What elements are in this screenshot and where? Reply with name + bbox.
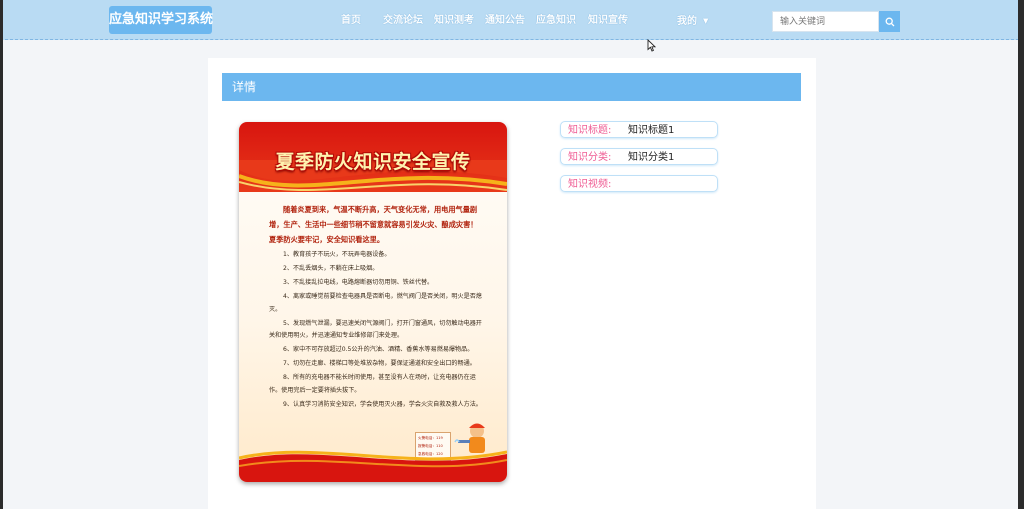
frame-right-edge [1018, 0, 1024, 509]
poster-tip: 7、切勿在走廊、楼梯口等处堆放杂物，要保证通道和安全出口的畅通。 [283, 360, 476, 368]
search-button[interactable] [879, 11, 900, 32]
frame-left-edge [0, 0, 3, 509]
nav-announcements[interactable]: 通知公告 [485, 0, 525, 40]
field-label: 知识分类: [568, 152, 612, 163]
field-label: 知识标题: [568, 125, 612, 136]
nav-knowledge-exam[interactable]: 知识测考 [434, 0, 474, 40]
poster-phone-line: 火警电话：119 [418, 436, 443, 440]
poster-tip: 8、所有的充电器不能长时间使用，甚至没有人在场时，让充电器仍在运作。使用完后一定… [269, 374, 476, 394]
nav-home[interactable]: 首页 [341, 0, 361, 40]
nav-forum[interactable]: 交流论坛 [383, 0, 423, 40]
poster-tips-list: 1、教育孩子不玩火，不玩弄电器设备。 2、不乱丢烟头，不躺在床上吸烟。 3、不乱… [269, 249, 484, 413]
search-input[interactable] [772, 11, 879, 32]
field-knowledge-title: 知识标题: 知识标题1 [560, 121, 718, 138]
poster-tip: 6、家中不可存放超过0.5公升的汽油、酒精、香蕉水等易燃易爆物品。 [283, 346, 474, 354]
nav-knowledge-promotion[interactable]: 知识宣传 [588, 0, 628, 40]
field-value: 知识标题1 [628, 125, 675, 136]
site-logo[interactable]: 应急知识学习系统 [109, 6, 213, 34]
top-navbar: 应急知识学习系统 首页 交流论坛 知识测考 通知公告 应急知识 知识宣传 我的 ▼ [0, 0, 1024, 40]
poster-tip: 2、不乱丢烟头，不躺在床上吸烟。 [283, 265, 379, 273]
nav-emergency-knowledge[interactable]: 应急知识 [536, 0, 576, 40]
field-knowledge-category: 知识分类: 知识分类1 [560, 148, 718, 165]
search-icon [885, 17, 894, 26]
poster-bottom-wave [239, 450, 507, 482]
section-title: 详情 [222, 73, 801, 101]
chevron-down-icon: ▼ [703, 17, 709, 25]
poster-title: 夏季防火知识安全宣传 [275, 151, 471, 173]
field-value: 知识分类1 [628, 152, 675, 163]
poster-tip: 3、不乱接乱拉电线，电路熔断器切勿用铜、铁丝代替。 [283, 279, 434, 287]
poster-tip: 1、教育孩子不玩火，不玩弄电器设备。 [283, 251, 391, 258]
mouse-cursor-icon [647, 39, 656, 52]
detail-card: 详情 夏季防火知识安全宣传 随着炎夏到来，气温不断升高，天气变化无常，用电用气量… [208, 58, 816, 509]
poster-tip: 5、发现燃气泄漏，要迅速关闭气源阀门，打开门窗通风，切勿触动电器开关和使用明火，… [269, 319, 482, 339]
field-label: 知识视频: [568, 179, 612, 190]
field-knowledge-video: 知识视频: [560, 175, 718, 192]
nav-mine-dropdown[interactable]: 我的 ▼ [677, 0, 708, 40]
knowledge-poster-image: 夏季防火知识安全宣传 随着炎夏到来，气温不断升高，天气变化无常，用电用气量剧增，… [239, 122, 507, 482]
poster-tip: 4、离家或睡觉前要检查电器具是否断电，燃气阀门是否关闭，明火是否熄灭。 [269, 293, 482, 313]
poster-intro: 随着炎夏到来，气温不断升高，天气变化无常，用电用气量剧增，生产、生活中一些细节稍… [269, 205, 478, 244]
poster-tip: 9、认真学习消防安全知识，学会使用灭火器，学会火灾自救及救人方法。 [283, 400, 482, 408]
nav-mine-label: 我的 [677, 16, 697, 27]
